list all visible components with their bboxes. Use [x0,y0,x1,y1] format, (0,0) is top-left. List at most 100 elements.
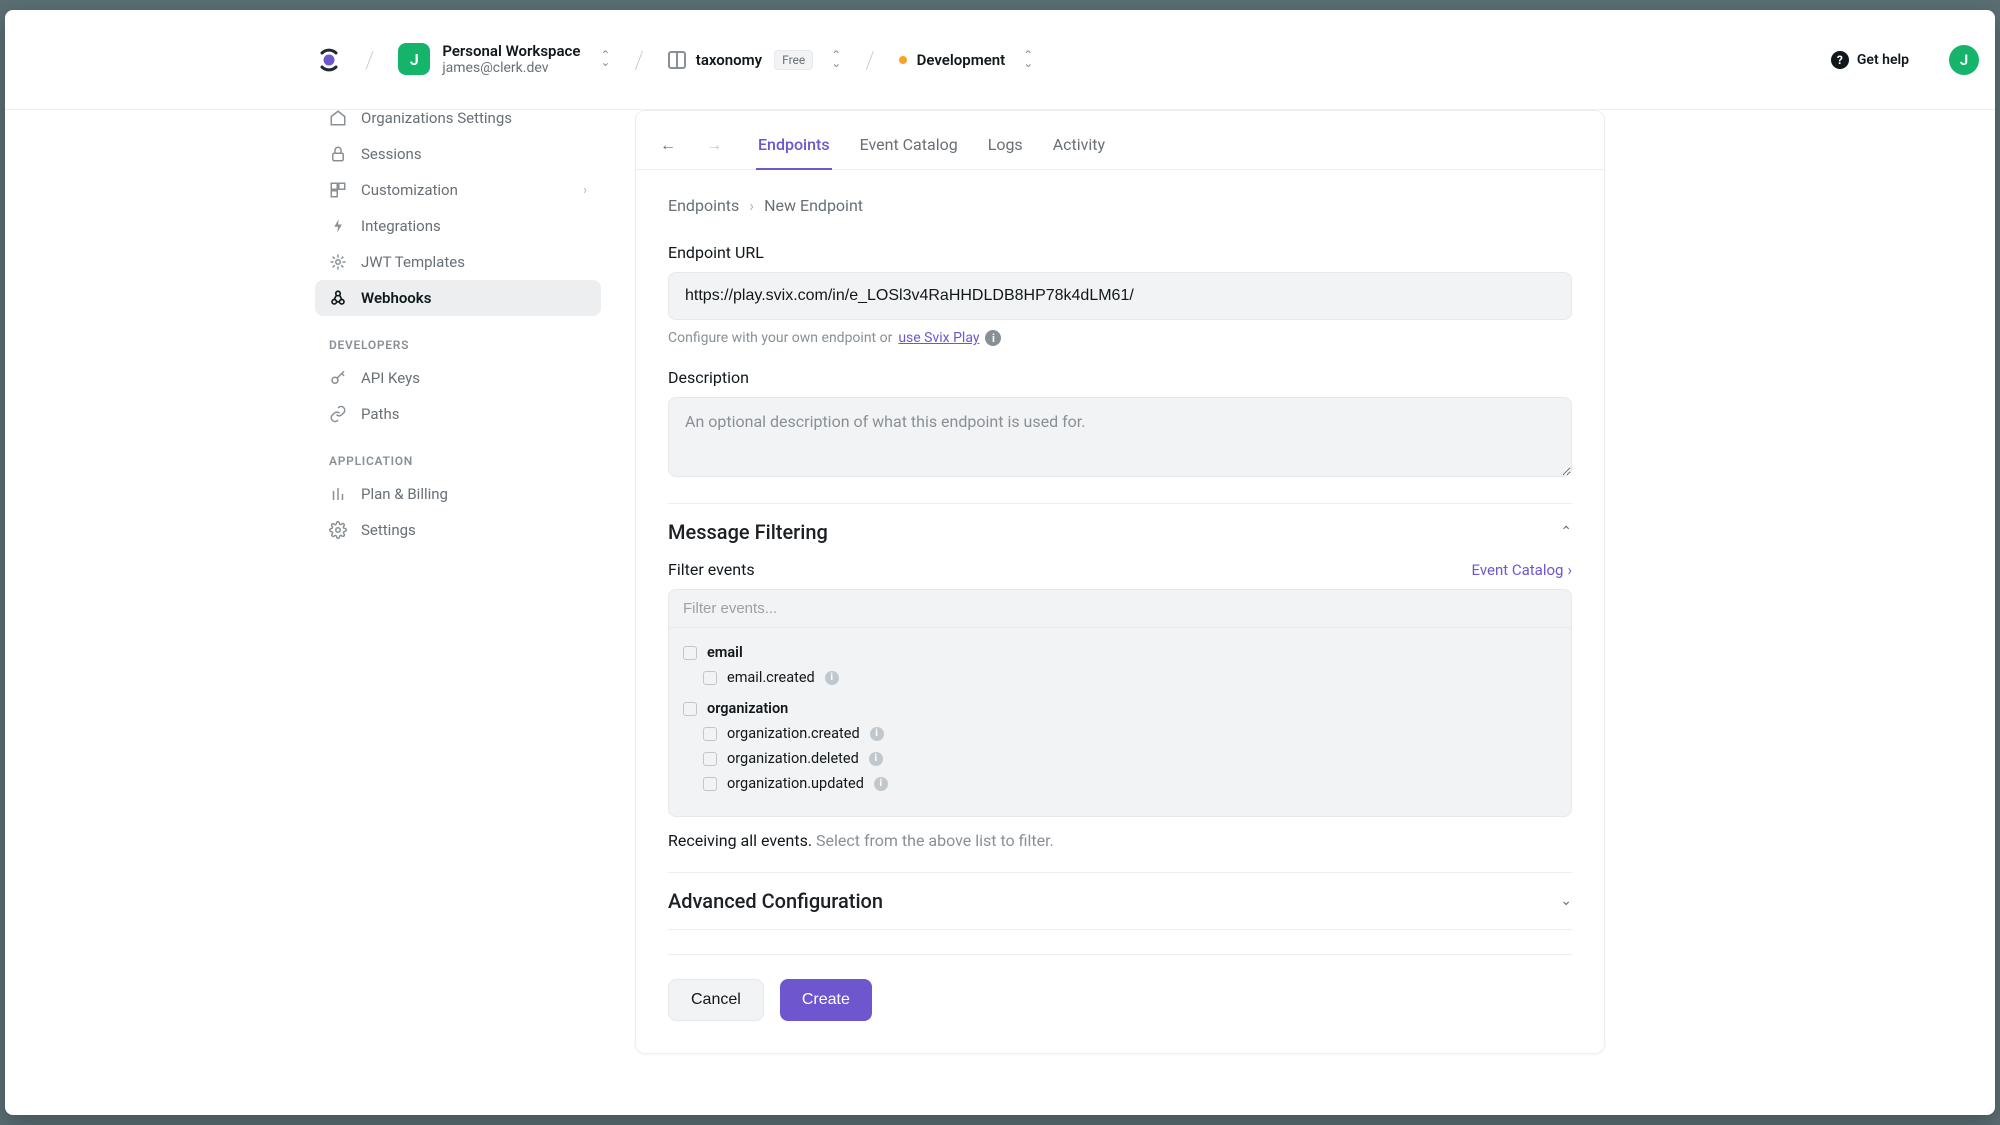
description-input[interactable] [668,397,1572,477]
breadcrumb-separator: / [634,46,643,74]
sidebar-item-label: Plan & Billing [361,485,448,503]
event-label: organization.deleted [727,750,859,767]
info-icon[interactable]: i [825,671,839,685]
endpoint-url-label: Endpoint URL [668,243,1572,262]
sidebar-item-label: Integrations [361,217,441,235]
workspace-switcher[interactable]: J Personal Workspace james@clerk.dev ⌃⌄ [398,42,610,77]
event-group-label: email [707,644,743,661]
event-group-label: organization [707,700,788,717]
app-icon [668,51,686,69]
app-window: / J Personal Workspace james@clerk.dev ⌃… [5,10,1995,1115]
chevron-down-icon: ⌄ [1560,893,1572,909]
environment-name: Development [917,51,1006,69]
create-button[interactable]: Create [780,979,872,1021]
main-content: ← → Endpoints Event Catalog Logs Activity E… [615,110,1995,1115]
nav-back-button[interactable]: ← [654,129,682,161]
chevron-right-icon: › [749,196,754,215]
sidebar-item-sessions[interactable]: Sessions [315,136,601,172]
chevron-up-icon: ⌃ [1560,524,1572,540]
message-filtering-header[interactable]: Message Filtering ⌃ [668,503,1572,560]
event-label: organization.updated [727,775,864,792]
event-group-organization[interactable]: organization [683,696,1557,721]
sidebar-item-label: Settings [361,521,416,539]
info-icon[interactable]: i [870,727,884,741]
application-switcher[interactable]: taxonomy Free ⌃⌄ [668,50,842,70]
event-catalog-link[interactable]: Event Catalog › [1471,561,1572,579]
event-label: organization.created [727,725,860,742]
event-organization-updated[interactable]: organization.updated i [683,771,1557,796]
advanced-config-title: Advanced Configuration [668,889,883,913]
user-avatar[interactable]: J [1949,45,1979,75]
chevron-updown-icon: ⌃⌄ [831,52,841,66]
plan-badge: Free [774,50,813,70]
tab-activity[interactable]: Activity [1051,121,1107,170]
environment-status-dot [899,56,907,64]
endpoint-url-input[interactable] [668,272,1572,320]
sidebar-item-api-keys[interactable]: API Keys [315,360,601,396]
breadcrumb: Endpoints › New Endpoint [668,196,1572,215]
event-checkbox[interactable] [703,671,717,685]
org-icon [329,110,347,127]
advanced-config-header[interactable]: Advanced Configuration ⌄ [668,872,1572,930]
panel-tabs: ← → Endpoints Event Catalog Logs Activity [636,111,1604,170]
chevron-right-icon: › [1567,561,1572,579]
application-name: taxonomy [696,51,762,69]
tab-event-catalog[interactable]: Event Catalog [858,121,960,170]
breadcrumb-separator: / [865,46,874,74]
plug-icon [329,217,347,235]
event-checkbox[interactable] [703,727,717,741]
sidebar-item-settings[interactable]: Settings [315,512,601,548]
sidebar-item-paths[interactable]: Paths [315,396,601,432]
event-label: email.created [727,669,815,686]
info-icon[interactable]: i [985,330,1001,346]
breadcrumb-leaf: New Endpoint [764,196,863,215]
event-organization-deleted[interactable]: organization.deleted i [683,746,1557,771]
get-help-button[interactable]: ? Get help [1831,51,1909,69]
sidebar-item-label: Customization [361,181,458,199]
sidebar-item-plan-billing[interactable]: Plan & Billing [315,476,601,512]
environment-switcher[interactable]: Development ⌃⌄ [899,51,1034,69]
tab-logs[interactable]: Logs [986,121,1025,170]
key-icon [329,369,347,387]
sidebar-item-jwt-templates[interactable]: JWT Templates [315,244,601,280]
sidebar: Organizations Settings Sessions Customizat… [315,110,615,1115]
event-checkbox[interactable] [703,752,717,766]
sidebar-item-label: JWT Templates [361,253,465,271]
lock-icon [329,145,347,163]
filter-events-box: email email.created i organization organiza… [668,589,1572,817]
sidebar-section-developers: DEVELOPERS [315,316,601,360]
sidebar-item-organizations-settings[interactable]: Organizations Settings [315,110,601,136]
filter-events-search[interactable] [669,590,1571,628]
sidebar-item-webhooks[interactable]: Webhooks [315,280,601,316]
event-tree: email email.created i organization organiza… [669,628,1571,816]
event-organization-created[interactable]: organization.created i [683,721,1557,746]
event-group-checkbox[interactable] [683,646,697,660]
sidebar-item-label: API Keys [361,369,420,387]
webhooks-panel: ← → Endpoints Event Catalog Logs Activity E… [635,110,1605,1054]
tab-endpoints[interactable]: Endpoints [756,121,832,170]
info-icon[interactable]: i [874,777,888,791]
chevron-right-icon: › [583,183,587,198]
sidebar-item-integrations[interactable]: Integrations [315,208,601,244]
event-checkbox[interactable] [703,777,717,791]
sidebar-item-label: Sessions [361,145,422,163]
event-email-created[interactable]: email.created i [683,665,1557,690]
workspace-email: james@clerk.dev [442,60,580,77]
help-icon: ? [1831,51,1849,69]
cancel-button[interactable]: Cancel [668,979,764,1021]
event-group-checkbox[interactable] [683,702,697,716]
nav-forward-button[interactable]: → [700,129,728,161]
bill-icon [329,485,347,503]
body: Organizations Settings Sessions Customizat… [5,110,1995,1115]
event-group-email[interactable]: email [683,640,1557,665]
breadcrumb-root[interactable]: Endpoints [668,196,739,215]
sidebar-item-customization[interactable]: Customization › [315,172,601,208]
breadcrumb-separator: / [365,46,374,74]
gear-icon [329,521,347,539]
info-icon[interactable]: i [869,752,883,766]
chevron-updown-icon: ⌃⌄ [1023,52,1033,66]
clerk-logo-icon[interactable] [317,48,341,72]
svix-play-link[interactable]: use Svix Play [898,330,979,346]
workspace-name: Personal Workspace [442,42,580,60]
chevron-updown-icon: ⌃⌄ [600,52,610,66]
